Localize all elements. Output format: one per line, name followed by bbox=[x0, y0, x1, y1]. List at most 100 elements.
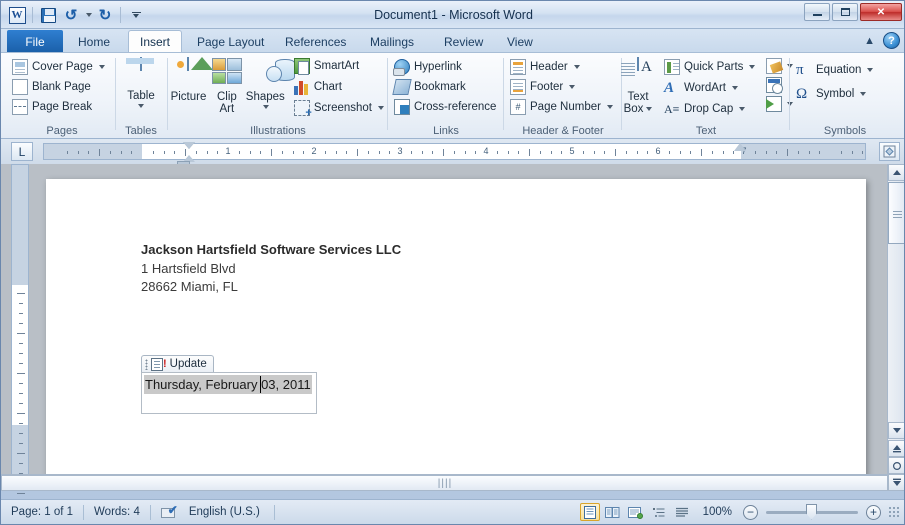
screenshot-button[interactable]: Screenshot bbox=[291, 98, 387, 119]
shapes-button[interactable]: Shapes bbox=[246, 55, 285, 109]
customize-qat-icon[interactable] bbox=[126, 5, 146, 25]
proofing-status[interactable] bbox=[151, 500, 187, 525]
ruler-number: 2 bbox=[311, 146, 317, 156]
zoom-slider[interactable] bbox=[766, 503, 858, 520]
tab-references[interactable]: References bbox=[274, 30, 357, 53]
horizontal-scroll-thumb[interactable]: |||| bbox=[1, 475, 889, 491]
table-dropdown-icon[interactable] bbox=[138, 104, 144, 108]
toggle-ruler-icon[interactable] bbox=[879, 142, 900, 161]
tab-insert[interactable]: Insert bbox=[128, 30, 183, 53]
close-button[interactable]: ✕ bbox=[860, 3, 902, 21]
page-number-button[interactable]: # Page Number bbox=[507, 97, 619, 117]
page-number-dropdown-icon[interactable] bbox=[606, 105, 613, 109]
resize-grip[interactable] bbox=[888, 506, 900, 518]
zoom-in-button[interactable]: + bbox=[866, 504, 881, 520]
next-page-button[interactable] bbox=[888, 474, 904, 491]
vertical-ruler[interactable] bbox=[11, 164, 29, 494]
smartart-button[interactable]: SmartArt bbox=[291, 56, 387, 76]
tab-view[interactable]: View bbox=[496, 30, 544, 53]
clip-art-button[interactable]: Clip Art bbox=[210, 55, 244, 115]
tab-page-layout[interactable]: Page Layout bbox=[186, 30, 275, 53]
zoom-slider-handle[interactable] bbox=[806, 503, 817, 520]
ribbon-help-zone: ▲ ? bbox=[864, 32, 900, 49]
first-line-indent-marker[interactable] bbox=[183, 142, 195, 149]
symbol-dropdown-icon[interactable] bbox=[860, 92, 867, 96]
right-indent-marker[interactable] bbox=[734, 143, 746, 151]
wordart-dropdown-icon[interactable] bbox=[731, 86, 738, 90]
scroll-down-button[interactable] bbox=[888, 422, 904, 439]
wordart-button[interactable]: A WordArt bbox=[661, 78, 758, 98]
tab-stop-selector[interactable]: L bbox=[11, 142, 33, 161]
vertical-ruler-tick bbox=[19, 363, 23, 364]
date-field-box[interactable]: Thursday, February 03, 2011 bbox=[141, 371, 317, 414]
zoom-level-label[interactable]: 100% bbox=[695, 506, 740, 518]
help-icon[interactable]: ? bbox=[883, 32, 900, 49]
tab-review[interactable]: Review bbox=[433, 30, 494, 53]
text-box-dropdown-icon[interactable] bbox=[646, 106, 653, 111]
vertical-ruler-tick bbox=[19, 443, 23, 444]
document-page[interactable]: Jackson Hartsfield Software Services LLC… bbox=[46, 179, 866, 479]
tab-mailings[interactable]: Mailings bbox=[359, 30, 425, 53]
cross-reference-button[interactable]: Cross-reference bbox=[391, 97, 501, 117]
minimize-button[interactable] bbox=[804, 3, 830, 21]
update-field-button[interactable]: ! Update bbox=[141, 355, 214, 372]
screenshot-dropdown-icon[interactable] bbox=[378, 106, 384, 110]
ruler-tick bbox=[840, 151, 842, 154]
header-dropdown-icon[interactable] bbox=[573, 65, 580, 69]
collapse-ribbon-icon[interactable]: ▲ bbox=[864, 35, 875, 47]
field-grip-icon[interactable] bbox=[145, 358, 148, 370]
quick-parts-dropdown-icon[interactable] bbox=[749, 65, 756, 69]
footer-icon bbox=[510, 79, 526, 95]
web-layout-view-button[interactable] bbox=[626, 503, 646, 521]
page-break-button[interactable]: Page Break bbox=[9, 97, 115, 117]
bookmark-button[interactable]: Bookmark bbox=[391, 77, 501, 97]
footer-button[interactable]: Footer bbox=[507, 77, 619, 97]
redo-icon[interactable]: ↻ bbox=[95, 5, 115, 25]
outline-view-button[interactable] bbox=[649, 503, 669, 521]
vertical-scroll-thumb[interactable] bbox=[888, 182, 904, 244]
tab-home[interactable]: Home bbox=[67, 30, 121, 53]
header-button[interactable]: Header bbox=[507, 57, 619, 77]
chart-button[interactable]: Chart bbox=[291, 77, 387, 97]
hyperlink-button[interactable]: Hyperlink bbox=[391, 57, 501, 77]
drop-cap-dropdown-icon[interactable] bbox=[739, 107, 746, 111]
blank-page-button[interactable]: Blank Page bbox=[9, 77, 115, 97]
scroll-up-button[interactable] bbox=[888, 164, 904, 181]
draft-view-button[interactable] bbox=[672, 503, 692, 521]
symbol-button[interactable]: Ω Symbol bbox=[793, 84, 897, 104]
horizontal-ruler[interactable]: 1234567 bbox=[43, 142, 866, 168]
vertical-scrollbar[interactable] bbox=[887, 164, 904, 491]
footer-dropdown-icon[interactable] bbox=[569, 85, 576, 89]
shapes-dropdown-icon[interactable] bbox=[263, 105, 270, 109]
undo-icon[interactable]: ↺ bbox=[61, 5, 81, 25]
page-status[interactable]: Page: 1 of 1 bbox=[1, 500, 83, 525]
language-status[interactable]: English (U.S.) bbox=[187, 500, 270, 525]
picture-button[interactable]: Picture bbox=[169, 55, 208, 103]
ruler-tick bbox=[206, 151, 208, 154]
zoom-out-button[interactable]: − bbox=[743, 504, 758, 520]
tab-file[interactable]: File bbox=[7, 30, 63, 53]
text-box-button[interactable]: A Text Box TextBox bbox=[621, 55, 653, 115]
print-layout-view-button[interactable] bbox=[579, 503, 600, 521]
equation-dropdown-icon[interactable] bbox=[867, 68, 874, 72]
vertical-ruler-tick bbox=[17, 453, 25, 454]
cover-page-button[interactable]: Cover Page bbox=[9, 57, 115, 77]
maximize-button[interactable] bbox=[832, 3, 858, 21]
equation-button[interactable]: π Equation bbox=[793, 60, 897, 80]
quick-parts-button[interactable]: Quick Parts bbox=[661, 57, 758, 77]
ruler-tick bbox=[443, 149, 444, 156]
previous-page-button[interactable] bbox=[888, 440, 904, 457]
vertical-ruler-tick bbox=[17, 333, 25, 334]
undo-dropdown-icon[interactable] bbox=[86, 13, 92, 17]
word-logo-icon[interactable]: W bbox=[7, 5, 27, 25]
select-browse-object-button[interactable] bbox=[888, 457, 904, 474]
word-count-status[interactable]: Words: 4 bbox=[84, 500, 150, 525]
horizontal-scrollbar[interactable]: |||| bbox=[1, 474, 889, 491]
save-icon[interactable] bbox=[38, 5, 58, 25]
ribbon-group-symbols: π Equation Ω Symbol Symbols bbox=[793, 53, 897, 139]
hyperlink-label: Hyperlink bbox=[414, 61, 462, 73]
drop-cap-button[interactable]: A≡ Drop Cap bbox=[661, 99, 758, 119]
full-screen-reading-view-button[interactable] bbox=[603, 503, 623, 521]
cover-page-dropdown-icon[interactable] bbox=[98, 65, 105, 69]
table-button[interactable]: Table bbox=[126, 55, 156, 108]
